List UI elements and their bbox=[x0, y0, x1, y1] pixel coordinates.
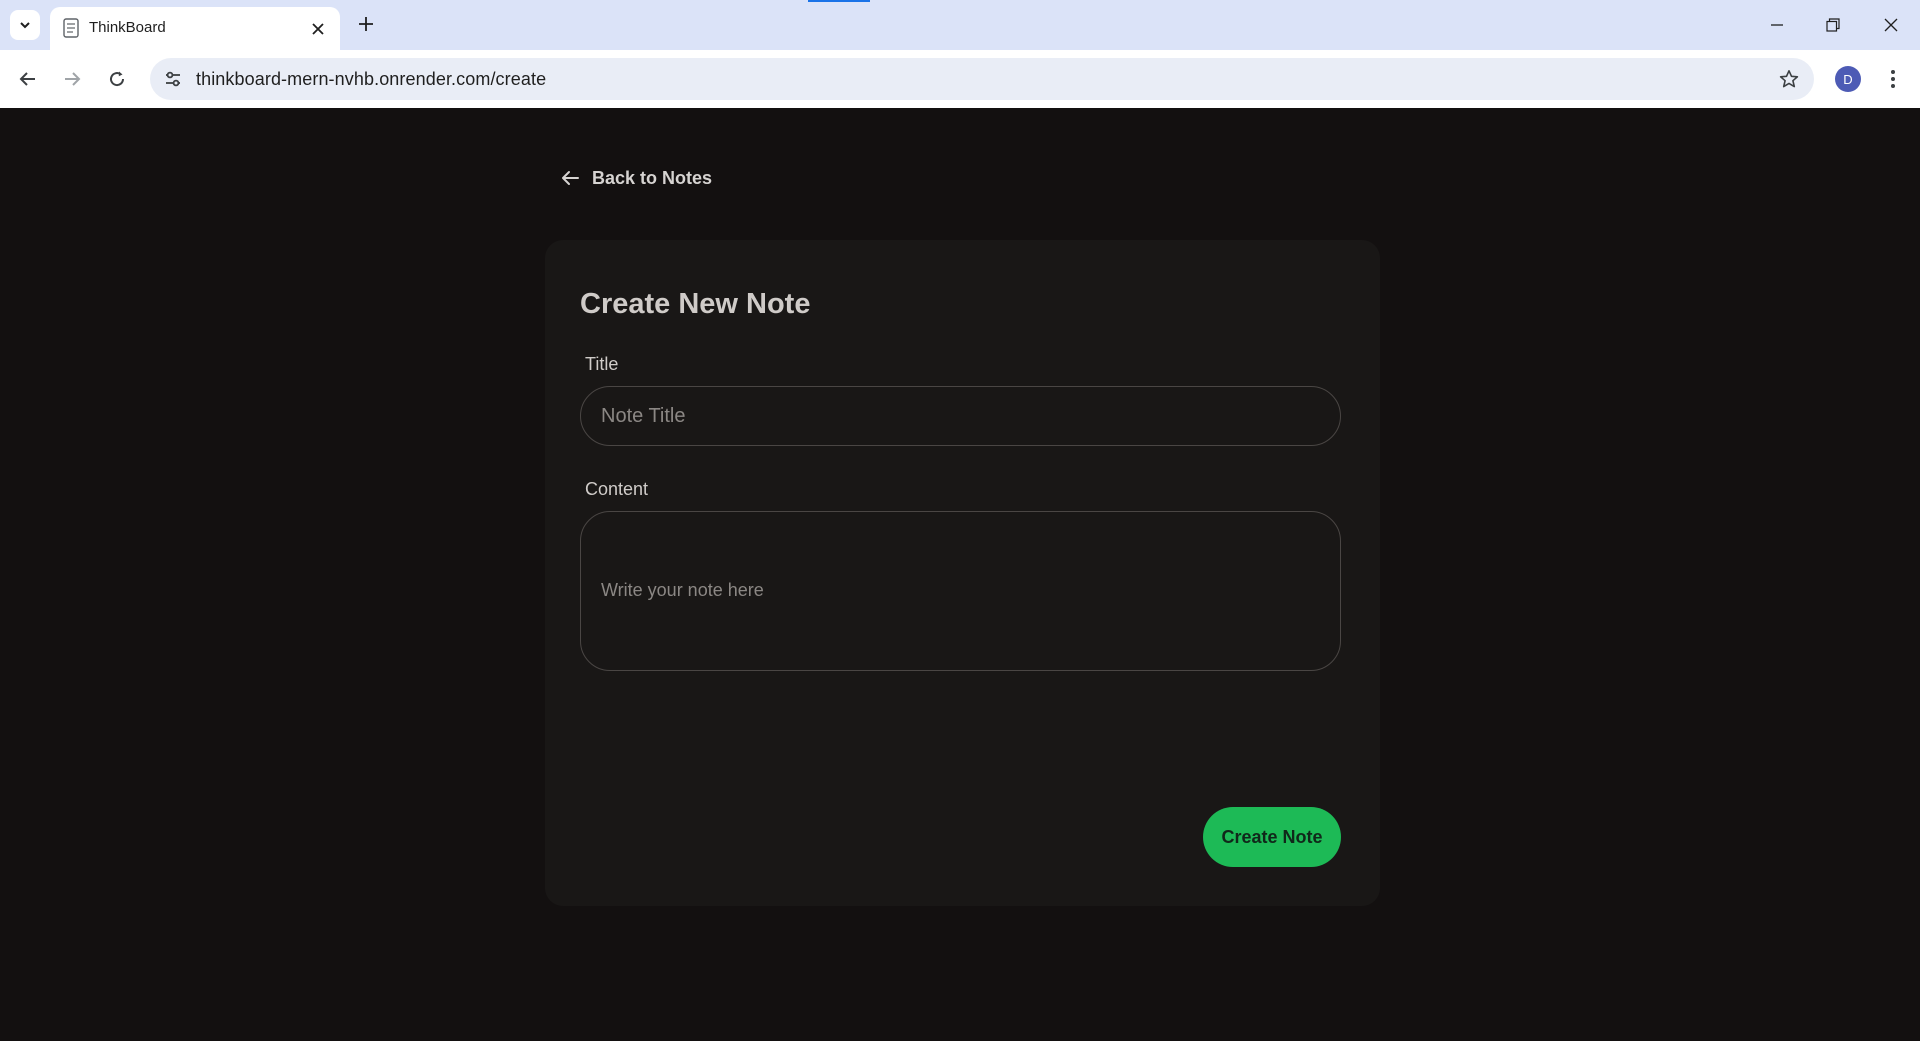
back-to-notes-link[interactable]: Back to Notes bbox=[560, 164, 712, 192]
restore-icon bbox=[1826, 18, 1840, 32]
close-window-icon bbox=[1884, 18, 1898, 32]
back-arrow-icon bbox=[19, 72, 35, 86]
reload-icon bbox=[110, 71, 125, 87]
document-icon bbox=[63, 18, 79, 38]
close-window-button[interactable] bbox=[1876, 10, 1906, 40]
arrow-left-icon bbox=[562, 171, 579, 185]
tab-search-button[interactable] bbox=[10, 10, 40, 40]
reload-button[interactable] bbox=[102, 64, 132, 94]
bookmark-button[interactable] bbox=[1776, 66, 1802, 92]
plus-icon bbox=[359, 17, 373, 31]
back-link-label: Back to Notes bbox=[592, 167, 713, 188]
title-label: Title bbox=[585, 354, 619, 374]
tab-title: ThinkBoard bbox=[89, 19, 166, 36]
profile-avatar[interactable]: D bbox=[1835, 66, 1861, 92]
site-info-button[interactable] bbox=[159, 65, 187, 93]
site-info-icon bbox=[166, 71, 180, 87]
star-icon bbox=[1779, 70, 1799, 88]
create-note-card: Create New Note Title Content Create Not… bbox=[545, 240, 1380, 906]
tab-strip: ThinkBoard bbox=[0, 0, 1920, 50]
browser-menu-button[interactable] bbox=[1880, 64, 1906, 94]
title-input[interactable] bbox=[580, 386, 1341, 446]
page-title: Create New Note bbox=[580, 288, 811, 320]
page-content: Back to Notes Create New Note Title Cont… bbox=[0, 108, 1920, 1041]
restore-button[interactable] bbox=[1818, 10, 1848, 40]
new-tab-button[interactable] bbox=[354, 12, 378, 36]
loading-indicator bbox=[808, 0, 870, 2]
tab-close-button[interactable] bbox=[308, 19, 328, 39]
browser-toolbar: thinkboard-mern-nvhb.onrender.com/create… bbox=[0, 50, 1920, 108]
create-note-button[interactable]: Create Note bbox=[1203, 807, 1341, 867]
content-textarea[interactable] bbox=[580, 511, 1341, 671]
back-button[interactable] bbox=[13, 64, 43, 94]
forward-arrow-icon bbox=[65, 72, 81, 86]
content-label: Content bbox=[585, 479, 649, 499]
forward-button[interactable] bbox=[57, 64, 87, 94]
address-bar[interactable]: thinkboard-mern-nvhb.onrender.com/create bbox=[150, 58, 1814, 100]
minimize-icon bbox=[1771, 24, 1783, 26]
close-icon bbox=[312, 23, 324, 35]
kebab-menu-icon bbox=[1891, 70, 1895, 88]
url-text[interactable]: thinkboard-mern-nvhb.onrender.com/create bbox=[196, 69, 546, 90]
tab-search-icon bbox=[20, 22, 30, 29]
minimize-button[interactable] bbox=[1762, 10, 1792, 40]
active-tab[interactable]: ThinkBoard bbox=[50, 7, 340, 50]
